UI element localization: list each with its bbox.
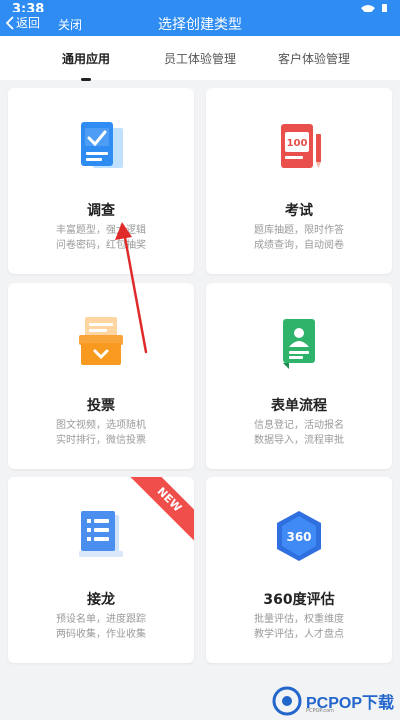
card-desc-line: 题库抽题，限时作答 bbox=[254, 225, 344, 236]
card-exam[interactable]: 100 考试 题库抽题，限时作答 成绩查询，自动阅卷 bbox=[206, 88, 392, 274]
card-description: 题库抽题，限时作答 成绩查询，自动阅卷 bbox=[206, 223, 392, 253]
card-desc-line: 数据导入，流程审批 bbox=[254, 435, 344, 446]
nav-bar: 返回 关闭 选择创建类型 bbox=[0, 12, 400, 36]
card-desc-line: 教学评估，人才盘点 bbox=[254, 629, 344, 640]
card-vote[interactable]: 投票 图文视频，选项随机 实时排行，微信投票 bbox=[8, 283, 194, 469]
vote-icon bbox=[79, 317, 123, 365]
card-desc-line: 两码收集，作业收集 bbox=[56, 629, 146, 640]
card-360-assessment[interactable]: 360 360度评估 批量评估，权重维度 教学评估，人才盘点 bbox=[206, 477, 392, 663]
card-description: 预设名单，进度跟踪 两码收集，作业收集 bbox=[8, 612, 194, 642]
tab-label: 客户体验管理 bbox=[277, 52, 350, 66]
card-description: 批量评估，权重维度 教学评估，人才盘点 bbox=[206, 612, 392, 642]
tab-indicator bbox=[81, 78, 91, 81]
card-desc-line: 成绩查询，自动阅卷 bbox=[254, 240, 344, 251]
new-badge: NEW bbox=[122, 477, 194, 547]
card-title: 360度评估 bbox=[263, 592, 335, 608]
assessment-360-icon-label: 360 bbox=[286, 530, 311, 544]
assessment-360-icon: 360 bbox=[277, 511, 321, 561]
card-description: 信息登记，活动报名 数据导入，流程审批 bbox=[206, 418, 392, 448]
tab-bar: 通用应用 员工体验管理 客户体验管理 bbox=[0, 36, 400, 81]
form-icon bbox=[283, 319, 315, 369]
watermark-sub: PCPOP.com bbox=[305, 708, 334, 714]
card-title: 接龙 bbox=[87, 592, 115, 608]
card-title: 表单流程 bbox=[271, 398, 327, 414]
exam-icon: 100 bbox=[281, 124, 321, 168]
tab-general-apps[interactable]: 通用应用 bbox=[26, 50, 146, 81]
card-title: 调查 bbox=[87, 203, 115, 219]
card-desc-line: 丰富题型，强大逻辑 bbox=[56, 225, 146, 236]
tab-employee-experience[interactable]: 员工体验管理 bbox=[140, 50, 260, 67]
card-form-workflow[interactable]: 表单流程 信息登记，活动报名 数据导入，流程审批 bbox=[206, 283, 392, 469]
card-relay[interactable]: NEW 接龙 预设名单，进度跟踪 两码收集，作业收集 bbox=[8, 477, 194, 663]
tab-label: 员工体验管理 bbox=[163, 52, 236, 66]
card-description: 图文视频，选项随机 实时排行，微信投票 bbox=[8, 418, 194, 448]
card-survey[interactable]: 调查 丰富题型，强大逻辑 问卷密码，红包抽奖 bbox=[8, 88, 194, 274]
card-desc-line: 实时排行，微信投票 bbox=[56, 435, 146, 446]
watermark: PCPOP下载 PCPOP.com bbox=[272, 686, 394, 716]
pcpop-logo-icon bbox=[272, 686, 302, 716]
card-description: 丰富题型，强大逻辑 问卷密码，红包抽奖 bbox=[8, 223, 194, 253]
card-title: 投票 bbox=[87, 398, 115, 414]
card-desc-line: 信息登记，活动报名 bbox=[254, 420, 344, 431]
page-title: 选择创建类型 bbox=[158, 17, 242, 33]
svg-text:100: 100 bbox=[287, 138, 308, 149]
relay-icon bbox=[79, 511, 123, 557]
tab-label: 通用应用 bbox=[61, 52, 110, 66]
tab-customer-experience[interactable]: 客户体验管理 bbox=[254, 50, 374, 67]
card-title: 考试 bbox=[285, 203, 313, 219]
survey-icon bbox=[81, 122, 123, 168]
card-desc-line: 批量评估，权重维度 bbox=[254, 614, 344, 625]
card-desc-line: 问卷密码，红包抽奖 bbox=[56, 240, 146, 251]
card-desc-line: 预设名单，进度跟踪 bbox=[56, 614, 146, 625]
card-desc-line: 图文视频，选项随机 bbox=[56, 420, 146, 431]
